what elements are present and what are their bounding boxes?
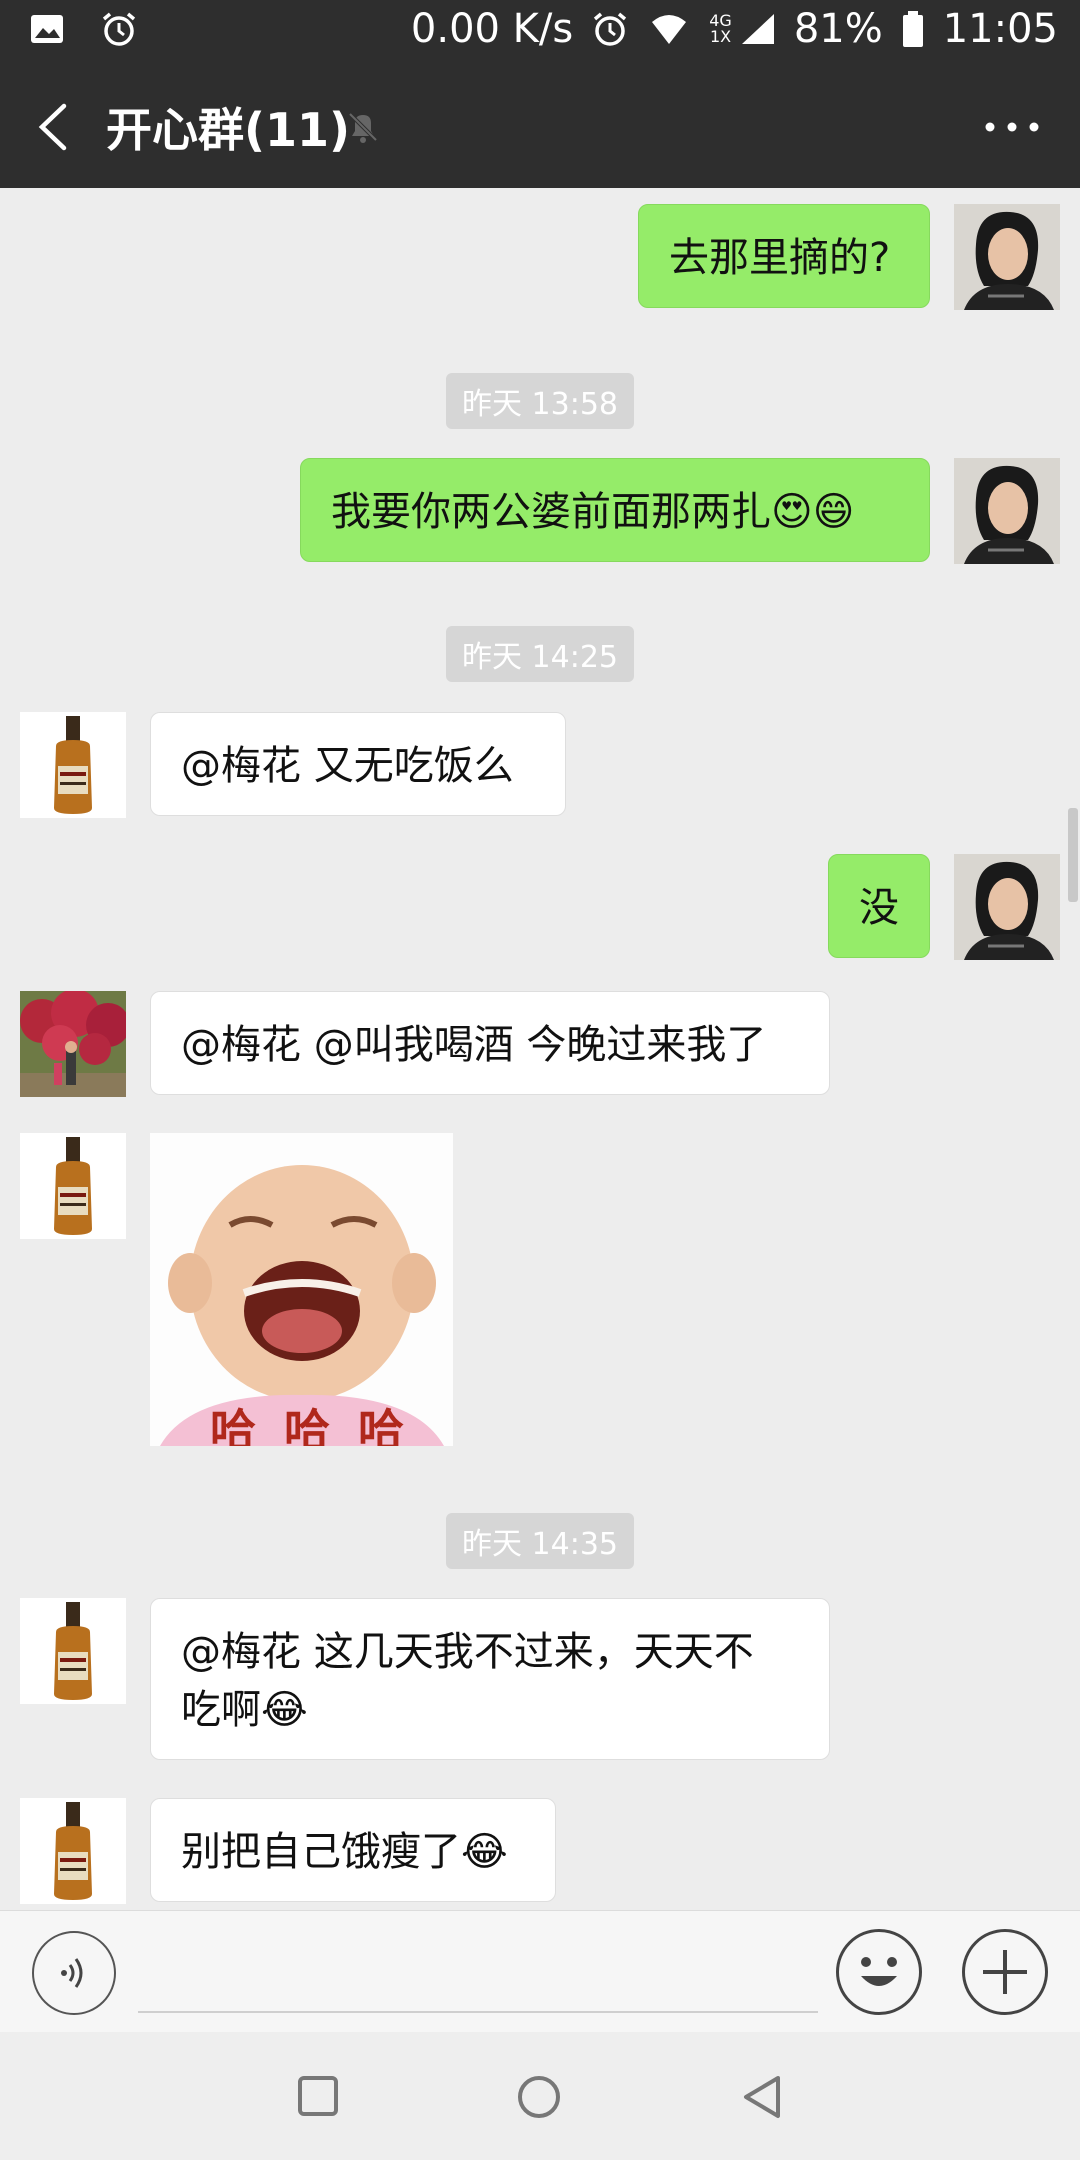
alarm-icon bbox=[102, 12, 136, 46]
wifi-icon bbox=[652, 15, 687, 44]
recents-icon[interactable] bbox=[296, 2074, 340, 2118]
message-input[interactable] bbox=[138, 2011, 818, 2013]
sticker-caption: 哈 哈 哈 bbox=[210, 1404, 411, 1446]
network-type: 4G 1X bbox=[709, 11, 732, 46]
my-avatar[interactable] bbox=[954, 458, 1060, 564]
member-avatar[interactable] bbox=[20, 712, 126, 818]
message-bubble[interactable]: 去那里摘的? bbox=[638, 204, 930, 308]
battery-icon bbox=[902, 11, 923, 47]
message-bubble[interactable]: 没 bbox=[828, 854, 930, 958]
timestamp: 昨天 14:25 bbox=[446, 626, 634, 682]
signal-icon bbox=[741, 14, 774, 44]
message-text-line: @梅花 这几天我不过来，天天不 bbox=[181, 1629, 754, 1675]
image-icon bbox=[31, 15, 63, 43]
scrollbar-thumb[interactable] bbox=[1068, 808, 1078, 902]
timestamp: 昨天 13:58 bbox=[446, 373, 634, 429]
timestamp: 昨天 14:35 bbox=[446, 1513, 634, 1569]
my-avatar[interactable] bbox=[954, 854, 1060, 960]
mute-bell-icon bbox=[348, 112, 378, 143]
member-avatar[interactable] bbox=[20, 991, 126, 1097]
system-nav-bar bbox=[0, 2032, 1080, 2160]
battery-percent: 81% bbox=[793, 6, 883, 52]
message-bubble[interactable]: @梅花 这几天我不过来，天天不 吃啊😂 bbox=[150, 1598, 830, 1760]
chat-header: 开心群(11) bbox=[0, 64, 1080, 188]
voice-icon[interactable] bbox=[32, 1931, 116, 2015]
status-bar: 0.00 K/s 4G 1X 81% 11:05 bbox=[0, 0, 1080, 64]
message-text-line: 吃啊😂 bbox=[181, 1687, 308, 1733]
message-bubble[interactable]: 我要你两公婆前面那两扎😍😄 bbox=[300, 458, 930, 562]
network-speed: 0.00 K/s bbox=[410, 6, 574, 52]
message-bubble[interactable]: @梅花 又无吃饭么 bbox=[150, 712, 566, 816]
clock: 11:05 bbox=[942, 6, 1058, 52]
member-avatar[interactable] bbox=[20, 1798, 126, 1904]
message-bubble[interactable]: 别把自己饿瘦了😂 bbox=[150, 1798, 556, 1902]
sticker-image[interactable]: 哈 哈 哈 bbox=[150, 1133, 453, 1446]
my-avatar[interactable] bbox=[954, 204, 1060, 310]
back-icon[interactable] bbox=[32, 102, 76, 152]
member-avatar[interactable] bbox=[20, 1133, 126, 1239]
message-bubble[interactable]: @梅花 @叫我喝酒 今晚过来我了 bbox=[150, 991, 830, 1095]
chat-title: 开心群(11) bbox=[106, 103, 351, 157]
chat-message-list[interactable]: 去那里摘的? 昨天 13:58 我要你两公婆前面那两扎😍😄 昨天 14:25 @… bbox=[0, 188, 1080, 1910]
member-avatar[interactable] bbox=[20, 1598, 126, 1704]
home-icon[interactable] bbox=[516, 2074, 562, 2120]
more-icon[interactable] bbox=[982, 112, 1042, 142]
add-icon[interactable] bbox=[962, 1929, 1048, 2015]
back-nav-icon[interactable] bbox=[740, 2074, 784, 2120]
emoji-icon[interactable] bbox=[836, 1929, 922, 2015]
input-bar bbox=[0, 1910, 1080, 2033]
alarm-icon bbox=[594, 12, 627, 46]
